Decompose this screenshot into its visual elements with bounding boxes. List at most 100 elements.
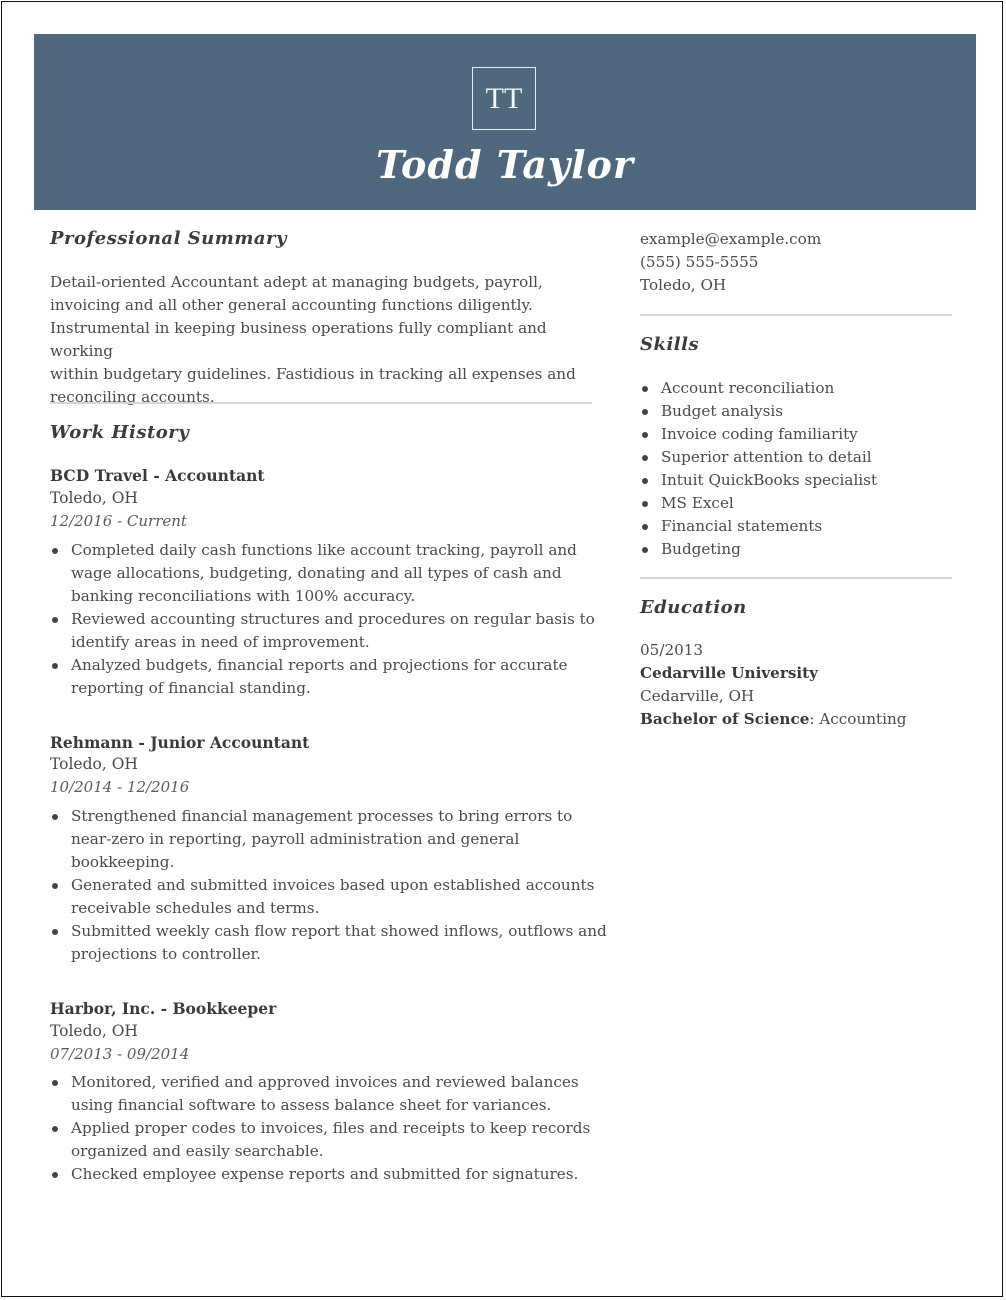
skill-label: Intuit QuickBooks specialist: [661, 471, 878, 489]
skill-item: Intuit QuickBooks specialist: [640, 469, 960, 492]
skill-label: Invoice coding familiarity: [661, 425, 858, 443]
skill-item: MS Excel: [640, 492, 960, 515]
job-dates: 12/2016 - Current: [50, 512, 187, 530]
bullet-line: projections to controller.: [71, 945, 261, 963]
work-history-heading: Work History: [50, 422, 190, 443]
resume-header: TT Todd Taylor: [34, 34, 976, 210]
bullet-line: bookkeeping.: [71, 853, 175, 871]
bullet-line: banking reconciliations with 100% accura…: [71, 587, 416, 605]
education-location: Cedarville, OH: [640, 687, 755, 705]
bullet-line: Submitted weekly cash flow report that s…: [71, 922, 607, 940]
section-divider: [640, 577, 952, 579]
bullet-icon: [52, 617, 58, 623]
skill-item: Account reconciliation: [640, 377, 960, 400]
job-location: Toledo, OH: [50, 489, 138, 507]
job-bullet: Monitored, verified and approved invoice…: [50, 1071, 610, 1117]
job-bullets: Monitored, verified and approved invoice…: [50, 1071, 610, 1186]
job-bullets: Completed daily cash functions like acco…: [50, 539, 610, 700]
education-heading: Education: [640, 597, 747, 618]
monogram-badge: TT: [472, 67, 536, 130]
skill-label: Financial statements: [661, 517, 823, 535]
job-bullet: Generated and submitted invoices based u…: [50, 874, 610, 920]
skills-heading: Skills: [640, 334, 700, 355]
bullet-icon: [642, 455, 648, 461]
job-location: Toledo, OH: [50, 1022, 138, 1040]
bullet-icon: [52, 663, 58, 669]
job-bullet: Checked employee expense reports and sub…: [50, 1163, 610, 1186]
bullet-icon: [642, 432, 648, 438]
bullet-line: Reviewed accounting structures and proce…: [71, 610, 595, 628]
bullet-icon: [52, 548, 58, 554]
job-bullet: Strengthened financial management proces…: [50, 805, 610, 874]
skill-label: Budget analysis: [661, 402, 784, 420]
bullet-icon: [642, 501, 648, 507]
skill-item: Budget analysis: [640, 400, 960, 423]
bullet-line: Checked employee expense reports and sub…: [71, 1165, 579, 1183]
bullet-line: receivable schedules and terms.: [71, 899, 320, 917]
degree-label: Bachelor of Science: [640, 710, 810, 728]
skill-label: Account reconciliation: [661, 379, 835, 397]
contact-location: Toledo, OH: [640, 276, 727, 294]
skill-item: Invoice coding familiarity: [640, 423, 960, 446]
bullet-line: Generated and submitted invoices based u…: [71, 876, 595, 894]
contact-phone: (555) 555-5555: [640, 253, 759, 271]
job-bullet: Analyzed budgets, financial reports and …: [50, 654, 610, 700]
degree-field: Accounting: [814, 710, 907, 728]
bullet-line: Analyzed budgets, financial reports and …: [71, 656, 568, 674]
education-school: Cedarville University: [640, 664, 819, 682]
section-divider: [640, 314, 952, 316]
bullet-line: Completed daily cash functions like acco…: [71, 541, 577, 559]
skill-label: Budgeting: [661, 540, 741, 558]
bullet-icon: [52, 929, 58, 935]
bullet-line: identify areas in need of improvement.: [71, 633, 370, 651]
bullet-line: using financial software to assess balan…: [71, 1096, 552, 1114]
job-bullets: Strengthened financial management proces…: [50, 805, 610, 966]
bullet-line: Applied proper codes to invoices, files …: [71, 1119, 591, 1137]
job-bullet: Reviewed accounting structures and proce…: [50, 608, 610, 654]
skill-label: MS Excel: [661, 494, 734, 512]
bullet-icon: [642, 524, 648, 530]
summary-text: Detail-oriented Accountant adept at mana…: [50, 271, 610, 409]
summary-line: Detail-oriented Accountant adept at mana…: [50, 273, 543, 291]
summary-line: reconciling accounts.: [50, 388, 215, 406]
bullet-icon: [642, 478, 648, 484]
education-degree: Bachelor of Science: Accounting: [640, 710, 906, 728]
job-title: BCD Travel - Accountant: [50, 466, 265, 485]
skill-item: Financial statements: [640, 515, 960, 538]
job-dates: 07/2013 - 09/2014: [50, 1045, 190, 1063]
bullet-icon: [52, 1172, 58, 1178]
job-title: Rehmann - Junior Accountant: [50, 733, 310, 752]
skill-item: Superior attention to detail: [640, 446, 960, 469]
bullet-icon: [642, 409, 648, 415]
skill-label: Superior attention to detail: [661, 448, 872, 466]
bullet-icon: [52, 883, 58, 889]
candidate-name: Todd Taylor: [376, 142, 634, 187]
bullet-line: Monitored, verified and approved invoice…: [71, 1073, 579, 1091]
bullet-icon: [52, 1126, 58, 1132]
job-dates: 10/2014 - 12/2016: [50, 778, 190, 796]
bullet-line: reporting of financial standing.: [71, 679, 311, 697]
skill-item: Budgeting: [640, 538, 960, 561]
summary-line: Instrumental in keeping business operati…: [50, 319, 547, 360]
job-location: Toledo, OH: [50, 755, 138, 773]
section-divider: [50, 402, 592, 404]
resume-page: TT Todd Taylor Professional Summary Deta…: [1, 1, 1003, 1297]
skills-list: Account reconciliation Budget analysis I…: [640, 377, 960, 561]
bullet-line: wage allocations, budgeting, donating an…: [71, 564, 562, 582]
job-bullet: Submitted weekly cash flow report that s…: [50, 920, 610, 966]
summary-line: invoicing and all other general accounti…: [50, 296, 533, 314]
job-bullet: Completed daily cash functions like acco…: [50, 539, 610, 608]
bullet-line: near-zero in reporting, payroll administ…: [71, 830, 520, 848]
job-title: Harbor, Inc. - Bookkeeper: [50, 999, 277, 1018]
summary-line: within budgetary guidelines. Fastidious …: [50, 365, 576, 383]
job-bullet: Applied proper codes to invoices, files …: [50, 1117, 610, 1163]
summary-heading: Professional Summary: [50, 228, 287, 249]
bullet-line: Strengthened financial management proces…: [71, 807, 573, 825]
contact-email: example@example.com: [640, 230, 822, 248]
bullet-icon: [52, 1080, 58, 1086]
bullet-icon: [52, 814, 58, 820]
education-date: 05/2013: [640, 641, 704, 659]
bullet-icon: [642, 547, 648, 553]
bullet-icon: [642, 386, 648, 392]
bullet-line: organized and easily searchable.: [71, 1142, 324, 1160]
